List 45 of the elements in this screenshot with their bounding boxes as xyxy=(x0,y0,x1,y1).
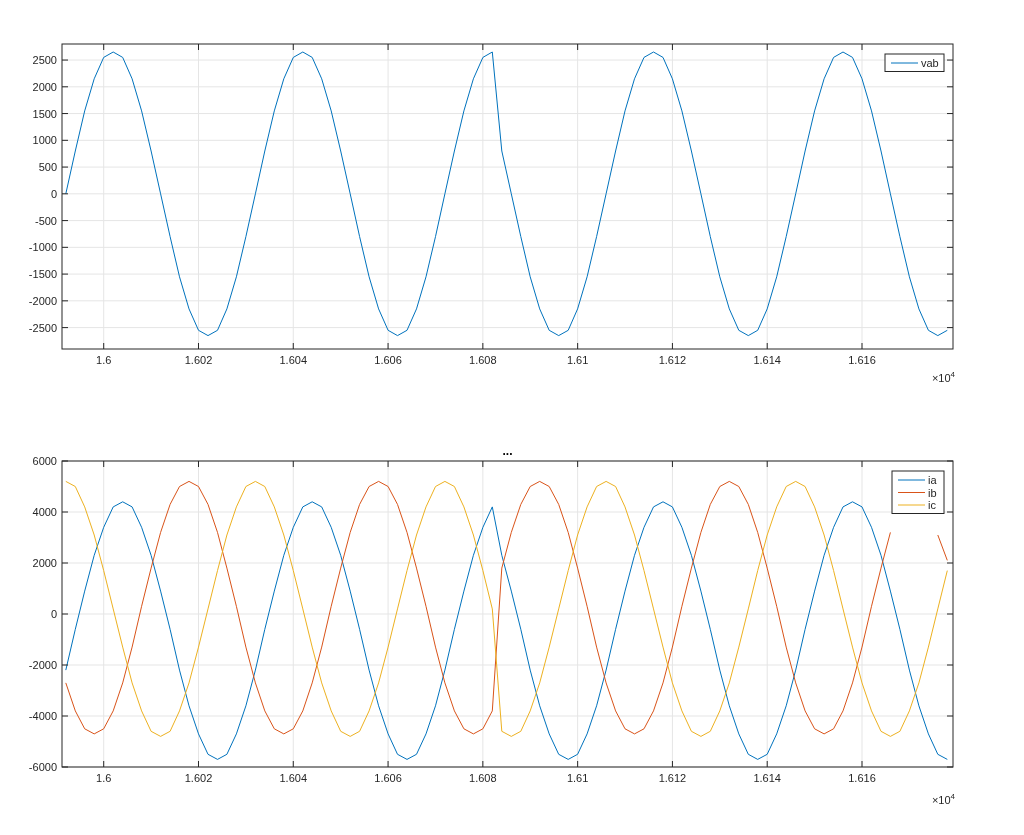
tick-label: 2000 xyxy=(32,80,57,93)
tick-label: 1.604 xyxy=(279,354,308,366)
tick-label: 1.6 xyxy=(96,354,112,366)
tick-label: 1500 xyxy=(32,107,57,120)
tick-label: -2500 xyxy=(28,321,57,334)
tick-label: 1.608 xyxy=(469,354,497,366)
tick-label: 1.61 xyxy=(566,354,589,366)
tick-label: 1.606 xyxy=(374,354,402,366)
tick-label: 2000 xyxy=(32,557,57,569)
tick-label: 1.614 xyxy=(753,354,781,366)
tick-label: 1.612 xyxy=(658,354,687,366)
tick-label: -2000 xyxy=(28,659,57,671)
tick-label: -1500 xyxy=(28,268,57,281)
tick-label: 1.614 xyxy=(753,772,781,784)
tick-label: 6000 xyxy=(32,455,57,467)
legend-label: vab xyxy=(921,57,939,69)
tick-label: 0 xyxy=(50,608,57,620)
legend-label: ia xyxy=(928,474,937,486)
tick-label: -2000 xyxy=(28,294,57,307)
tick-label: -500 xyxy=(34,214,57,227)
legend-label: ic xyxy=(928,499,936,511)
axis-exponent-label: ×10$^{4}$ xyxy=(931,790,955,807)
tick-label: 1.602 xyxy=(184,354,213,366)
tick-label: 0 xyxy=(50,187,57,200)
tick-label: -1000 xyxy=(28,241,57,254)
tick-label: -6000 xyxy=(28,761,57,773)
tick-label: 1.616 xyxy=(848,354,876,366)
tick-label: 1.608 xyxy=(469,772,497,784)
tick-label: 1.604 xyxy=(279,772,308,784)
legend-box xyxy=(891,470,945,514)
legend-label: ib xyxy=(928,486,937,499)
tick-label: 500 xyxy=(38,161,57,174)
tick-label: 2500 xyxy=(32,54,57,67)
tick-label: 1.6 xyxy=(96,772,112,784)
tick-label: 1.602 xyxy=(184,772,213,784)
tick-label: 1.616 xyxy=(848,772,876,784)
tick-label: -4000 xyxy=(28,710,57,722)
tick-label: 1.612 xyxy=(658,772,687,784)
chart-title: ... xyxy=(502,444,513,458)
tick-label: 1000 xyxy=(32,134,57,147)
tick-label: 1.606 xyxy=(374,772,402,784)
legend-box xyxy=(884,53,945,72)
axis-exponent-label: ×10$^{4}$ xyxy=(931,368,955,385)
tick-label: 1.61 xyxy=(566,772,589,784)
tick-label: 4000 xyxy=(32,506,57,518)
